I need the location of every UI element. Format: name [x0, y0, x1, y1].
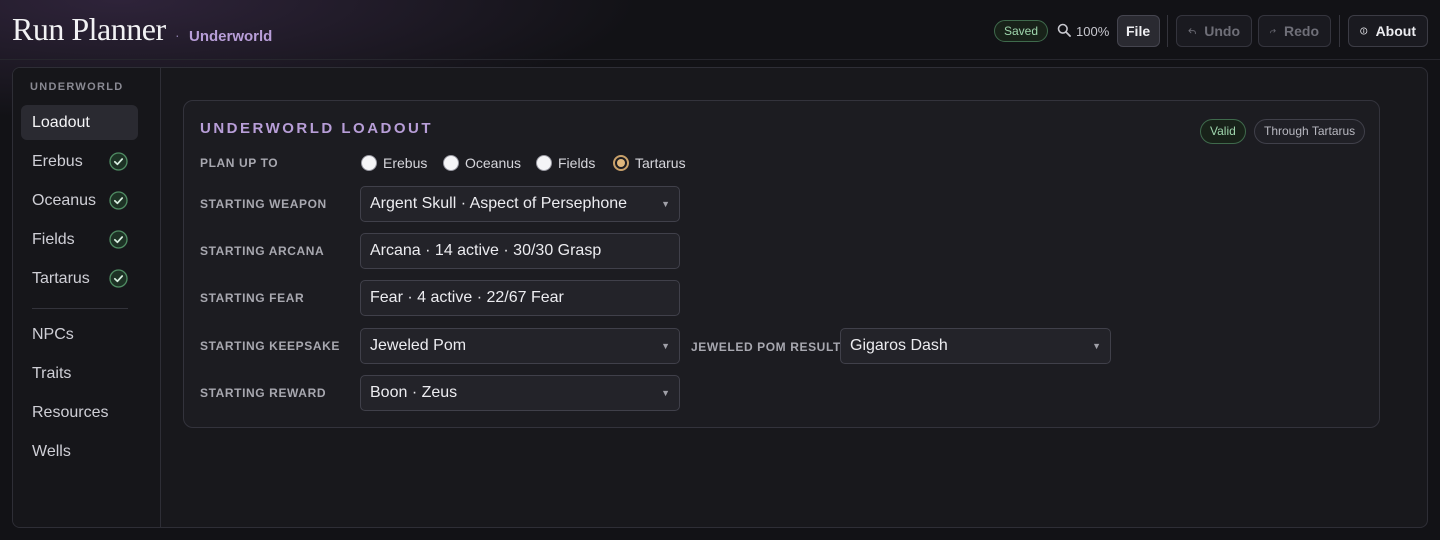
file-button-label: File	[1126, 23, 1151, 39]
card-title: UNDERWORLD LOADOUT	[200, 120, 434, 137]
sidebar-heading: UNDERWORLD	[30, 81, 124, 93]
radio-oceanus[interactable]: Oceanus	[443, 154, 521, 172]
loadout-card: UNDERWORLD LOADOUT Valid Through Tartaru…	[183, 100, 1380, 428]
starting-arcana-label: STARTING ARCANA	[200, 244, 325, 258]
check-circle-icon	[109, 230, 128, 249]
starting-weapon-select[interactable]: Argent Skull · Aspect of Persephone ▼	[360, 186, 680, 222]
radio-label: Erebus	[383, 155, 428, 171]
sidebar-item-label: Tartarus	[32, 270, 90, 287]
app-title: Run Planner	[12, 11, 166, 47]
sidebar-item-tartarus[interactable]: Tartarus	[21, 261, 138, 296]
title-separator: ·	[175, 27, 180, 43]
sidebar-item-label: Erebus	[32, 153, 83, 170]
starting-reward-label: STARTING REWARD	[200, 386, 327, 400]
info-icon	[1360, 27, 1368, 35]
zoom-level: 100%	[1076, 24, 1110, 39]
toolbar-divider	[1339, 15, 1340, 47]
check-circle-icon	[109, 269, 128, 288]
select-value: Boon · Zeus	[370, 384, 458, 401]
field-value: Arcana · 14 active · 30/30 Grasp	[370, 242, 602, 259]
sidebar-item-label: Wells	[32, 443, 71, 460]
chevron-down-icon: ▼	[661, 388, 670, 398]
radio-button-selected[interactable]	[613, 155, 629, 171]
starting-weapon-label: STARTING WEAPON	[200, 197, 327, 211]
sidebar-item-label: Fields	[32, 231, 75, 248]
undo-label: Undo	[1204, 23, 1240, 39]
radio-tartarus[interactable]: Tartarus	[613, 154, 686, 172]
sidebar-item-label: Loadout	[32, 114, 90, 131]
radio-button[interactable]	[361, 155, 377, 171]
radio-erebus[interactable]: Erebus	[361, 154, 427, 172]
starting-arcana-field[interactable]: Arcana · 14 active · 30/30 Grasp	[360, 233, 680, 269]
sidebar-item-erebus[interactable]: Erebus	[21, 144, 138, 179]
redo-label: Redo	[1284, 23, 1319, 39]
sidebar-item-traits[interactable]: Traits	[21, 356, 138, 391]
starting-keepsake-label: STARTING KEEPSAKE	[200, 339, 340, 353]
undo-button[interactable]: Undo	[1176, 15, 1252, 47]
sidebar-item-loadout[interactable]: Loadout	[21, 105, 138, 140]
chevron-down-icon: ▼	[661, 341, 670, 351]
sidebar-item-wells[interactable]: Wells	[21, 434, 138, 469]
valid-badge: Valid	[1200, 119, 1246, 144]
select-value: Gigaros Dash	[850, 337, 948, 354]
sidebar-item-label: Traits	[32, 365, 72, 382]
check-circle-icon	[109, 152, 128, 171]
toolbar-divider	[1167, 15, 1168, 47]
starting-fear-field[interactable]: Fear · 4 active · 22/67 Fear	[360, 280, 680, 316]
saved-badge: Saved	[994, 20, 1049, 42]
radio-fields[interactable]: Fields	[536, 154, 595, 172]
starting-reward-select[interactable]: Boon · Zeus ▼	[360, 375, 680, 411]
pom-result-label: JEWELED POM RESULT	[691, 340, 841, 354]
check-circle-icon	[109, 191, 128, 210]
main-frame: UNDERWORLD Loadout Erebus Oceanus Fields	[12, 67, 1428, 528]
sidebar-divider	[32, 308, 128, 309]
select-value: Argent Skull · Aspect of Persephone	[370, 195, 628, 212]
chevron-down-icon: ▼	[1092, 341, 1101, 351]
plan-up-to-label: PLAN UP TO	[200, 156, 279, 170]
starting-fear-label: STARTING FEAR	[200, 291, 305, 305]
about-label: About	[1375, 23, 1416, 39]
pom-result-select[interactable]: Gigaros Dash ▼	[840, 328, 1111, 364]
select-value: Jeweled Pom	[370, 337, 467, 354]
radio-label: Tartarus	[635, 155, 686, 171]
sidebar: UNDERWORLD Loadout Erebus Oceanus Fields	[13, 68, 161, 527]
radio-button[interactable]	[536, 155, 552, 171]
sidebar-item-fields[interactable]: Fields	[21, 222, 138, 257]
chevron-down-icon: ▼	[661, 199, 670, 209]
sidebar-item-resources[interactable]: Resources	[21, 395, 138, 430]
redo-icon	[1270, 28, 1276, 34]
starting-keepsake-select[interactable]: Jeweled Pom ▼	[360, 328, 680, 364]
file-button[interactable]: File	[1117, 15, 1160, 47]
radio-label: Oceanus	[465, 155, 522, 171]
radio-button[interactable]	[443, 155, 459, 171]
sidebar-item-label: Oceanus	[32, 192, 97, 209]
redo-button[interactable]: Redo	[1258, 15, 1331, 47]
radio-label: Fields	[558, 155, 596, 171]
scope-badge: Through Tartarus	[1254, 119, 1366, 144]
header-divider	[0, 59, 1440, 60]
sidebar-item-label: Resources	[32, 404, 109, 421]
field-value: Fear · 4 active · 22/67 Fear	[370, 289, 564, 306]
sidebar-item-oceanus[interactable]: Oceanus	[21, 183, 138, 218]
app-header: Run Planner · Underworld Saved 100% File…	[0, 0, 1440, 60]
sidebar-item-label: NPCs	[32, 326, 74, 343]
sidebar-item-npcs[interactable]: NPCs	[21, 317, 138, 352]
app-subtitle: Underworld	[189, 28, 273, 45]
about-button[interactable]: About	[1348, 15, 1428, 47]
undo-icon	[1188, 28, 1196, 35]
search-icon[interactable]	[1057, 23, 1071, 37]
